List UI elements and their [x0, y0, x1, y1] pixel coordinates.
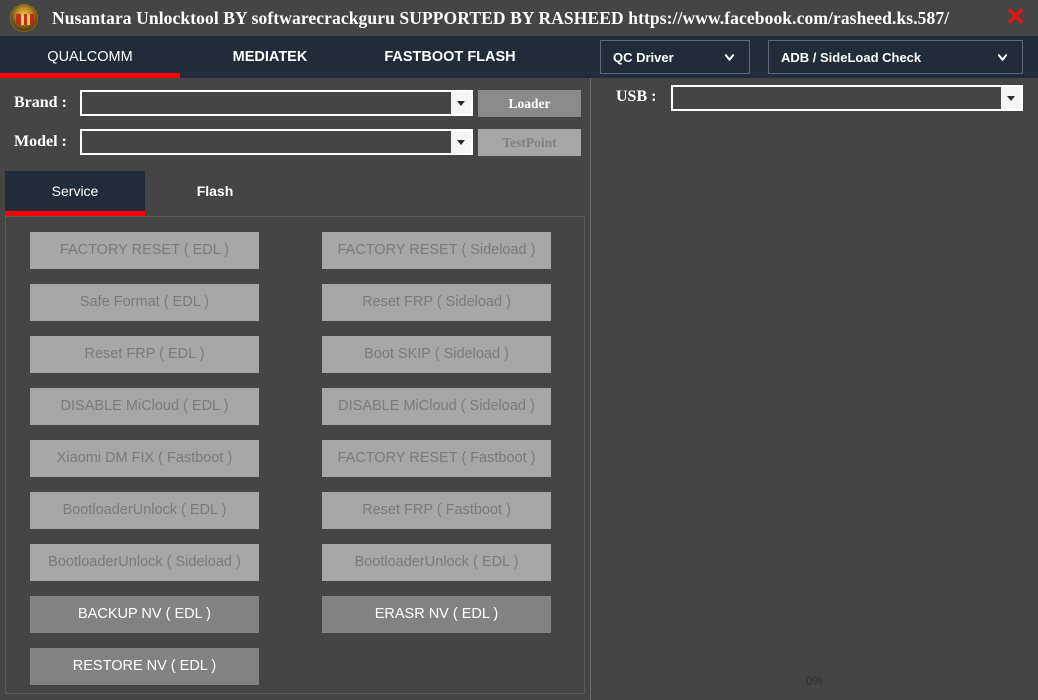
chevron-down-icon: [724, 52, 735, 63]
usb-label: USB :: [616, 88, 656, 106]
brand-label: Brand :: [14, 90, 76, 116]
progress-percent-label: 0%: [591, 674, 1038, 688]
factory-reset-fastboot-button: FACTORY RESET ( Fastboot ): [322, 440, 551, 477]
window-title: Nusantara Unlocktool BY softwarecrackgur…: [52, 8, 949, 29]
adb-sideload-check-value: ADB / SideLoad Check: [781, 50, 921, 65]
right-panel: USB : 0%: [591, 78, 1038, 700]
reset-frp-fastboot-button: Reset FRP ( Fastboot ): [322, 492, 551, 529]
title-bar: Nusantara Unlocktool BY softwarecrackgur…: [0, 0, 1038, 36]
adb-sideload-check-dropdown[interactable]: ADB / SideLoad Check: [768, 40, 1023, 74]
erase-nv-edl-button[interactable]: ERASR NV ( EDL ): [322, 596, 551, 633]
model-row: Model : TestPoint: [0, 129, 591, 159]
tab-fastboot-flash[interactable]: FASTBOOT FLASH: [360, 36, 540, 78]
disable-micloud-edl-button: DISABLE MiCloud ( EDL ): [30, 388, 259, 425]
chevron-down-icon: [997, 52, 1008, 63]
backup-nv-edl-button[interactable]: BACKUP NV ( EDL ): [30, 596, 259, 633]
sub-tab-bar: Service Flash: [5, 171, 585, 211]
qc-driver-value: QC Driver: [613, 50, 674, 65]
brand-dropdown-arrow[interactable]: [451, 92, 471, 114]
tab-mediatek-label: MEDIATEK: [233, 49, 308, 65]
factory-reset-edl-button: FACTORY RESET ( EDL ): [30, 232, 259, 269]
model-dropdown[interactable]: [80, 129, 473, 155]
factory-reset-sideload-button: FACTORY RESET ( Sideload ): [322, 232, 551, 269]
bootloader-unlock-edl-right-button: BootloaderUnlock ( EDL ): [322, 544, 551, 581]
model-label: Model :: [14, 129, 76, 155]
reset-frp-edl-button: Reset FRP ( EDL ): [30, 336, 259, 373]
left-panel: Brand : Loader Model : TestPoint Service: [0, 78, 591, 700]
model-dropdown-arrow[interactable]: [451, 131, 471, 153]
reset-frp-sideload-button: Reset FRP ( Sideload ): [322, 284, 551, 321]
application-window: Nusantara Unlocktool BY softwarecrackgur…: [0, 0, 1038, 700]
tab-flash-label: Flash: [197, 183, 234, 199]
tab-fastboot-flash-label: FASTBOOT FLASH: [384, 49, 515, 65]
close-icon[interactable]: ✕: [1005, 3, 1026, 31]
loader-button[interactable]: Loader: [478, 90, 581, 117]
boot-skip-sideload-button: Boot SKIP ( Sideload ): [322, 336, 551, 373]
tab-service[interactable]: Service: [5, 171, 145, 211]
bootloader-unlock-edl-button: BootloaderUnlock ( EDL ): [30, 492, 259, 529]
tab-mediatek[interactable]: MEDIATEK: [180, 36, 360, 78]
service-action-grid: FACTORY RESET ( EDL ) Safe Format ( EDL …: [5, 216, 585, 694]
tab-qualcomm-label: QUALCOMM: [47, 49, 132, 65]
brand-row: Brand : Loader: [0, 90, 591, 120]
testpoint-button: TestPoint: [478, 129, 581, 156]
tab-qualcomm[interactable]: QUALCOMM: [0, 36, 180, 78]
crest-logo-icon: [10, 4, 38, 32]
brand-dropdown[interactable]: [80, 90, 473, 116]
bootloader-unlock-sideload-button: BootloaderUnlock ( Sideload ): [30, 544, 259, 581]
safe-format-edl-button: Safe Format ( EDL ): [30, 284, 259, 321]
tab-flash[interactable]: Flash: [145, 171, 285, 211]
xiaomi-dm-fix-fastboot-button: Xiaomi DM FIX ( Fastboot ): [30, 440, 259, 477]
restore-nv-edl-button[interactable]: RESTORE NV ( EDL ): [30, 648, 259, 685]
usb-dropdown[interactable]: [671, 85, 1023, 111]
qc-driver-dropdown[interactable]: QC Driver: [600, 40, 750, 74]
main-tab-bar: QUALCOMM MEDIATEK FASTBOOT FLASH QC Driv…: [0, 36, 1038, 78]
usb-dropdown-arrow[interactable]: [1001, 87, 1021, 109]
tab-service-label: Service: [52, 183, 99, 199]
disable-micloud-sideload-button: DISABLE MiCloud ( Sideload ): [322, 388, 551, 425]
